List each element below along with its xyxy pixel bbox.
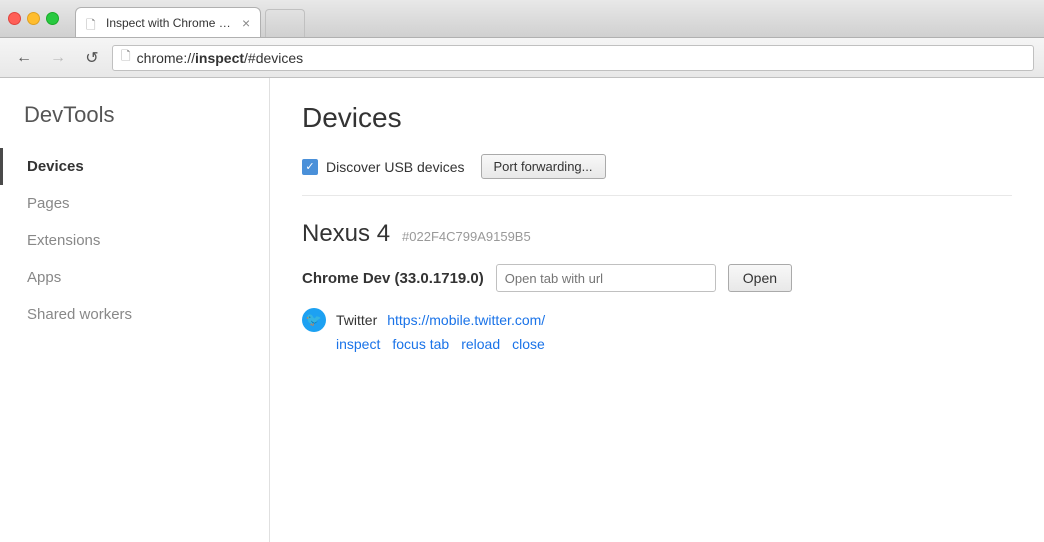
url-plain: chrome:// [137,50,195,66]
tab-bar: 🗋 Inspect with Chrome Devel × [75,0,305,37]
chrome-dev-label: Chrome Dev (33.0.1719.0) [302,270,484,287]
reload-button[interactable]: ↺ [78,44,106,72]
traffic-lights [8,12,59,25]
reload-link[interactable]: reload [461,336,500,352]
discover-usb-label[interactable]: ✓ Discover USB devices [302,159,465,175]
forward-button[interactable]: → [44,44,72,72]
sidebar: DevTools Devices Pages Extensions Apps S… [0,78,270,542]
address-text: chrome://inspect/#devices [137,50,304,66]
tab-title: Inspect with Chrome Devel [106,16,236,30]
twitter-tab-actions: inspect focus tab reload close [302,336,1012,352]
url-after: /#devices [244,50,303,66]
close-link[interactable]: close [512,336,545,352]
back-button[interactable]: ← [10,44,38,72]
twitter-icon: 🐦 [302,308,326,332]
title-bar: 🗋 Inspect with Chrome Devel × [0,0,1044,38]
device-name: Nexus 4 [302,220,390,248]
close-window-button[interactable] [8,12,21,25]
discover-usb-checkbox[interactable]: ✓ [302,159,318,175]
sidebar-item-pages[interactable]: Pages [0,185,269,222]
sidebar-item-devices[interactable]: Devices [0,148,269,185]
sidebar-item-shared-workers[interactable]: Shared workers [0,296,269,333]
port-forwarding-button[interactable]: Port forwarding... [481,154,606,179]
maximize-window-button[interactable] [46,12,59,25]
discover-usb-text: Discover USB devices [326,159,465,175]
chrome-dev-row: Chrome Dev (33.0.1719.0) Open [302,264,1012,292]
nav-bar: ← → ↺ 🗋 chrome://inspect/#devices [0,38,1044,78]
address-icon: 🗋 [121,47,131,68]
address-bar[interactable]: 🗋 chrome://inspect/#devices [112,45,1034,71]
page-title: Devices [302,102,1012,134]
tab-page-icon: 🗋 [86,16,100,30]
main-content: Devices ✓ Discover USB devices Port forw… [270,78,1044,542]
device-header: Nexus 4 #022F4C799A9159B5 [302,220,1012,248]
focus-tab-link[interactable]: focus tab [392,336,449,352]
twitter-tab-name: Twitter [336,312,377,328]
sidebar-item-apps[interactable]: Apps [0,259,269,296]
devtools-title: DevTools [0,102,269,148]
active-tab[interactable]: 🗋 Inspect with Chrome Devel × [75,7,261,37]
sidebar-item-extensions[interactable]: Extensions [0,222,269,259]
device-id: #022F4C799A9159B5 [402,229,531,244]
tab-close-button[interactable]: × [242,16,250,30]
twitter-tab-url[interactable]: https://mobile.twitter.com/ [387,312,545,328]
open-tab-url-input[interactable] [496,264,716,292]
url-bold: inspect [195,50,244,66]
twitter-tab-row: 🐦 Twitter https://mobile.twitter.com/ [302,308,1012,332]
new-tab-button[interactable] [265,9,305,37]
content-area: DevTools Devices Pages Extensions Apps S… [0,78,1044,542]
discover-usb-row: ✓ Discover USB devices Port forwarding..… [302,154,1012,196]
inspect-link[interactable]: inspect [336,336,380,352]
minimize-window-button[interactable] [27,12,40,25]
open-tab-button[interactable]: Open [728,264,792,292]
